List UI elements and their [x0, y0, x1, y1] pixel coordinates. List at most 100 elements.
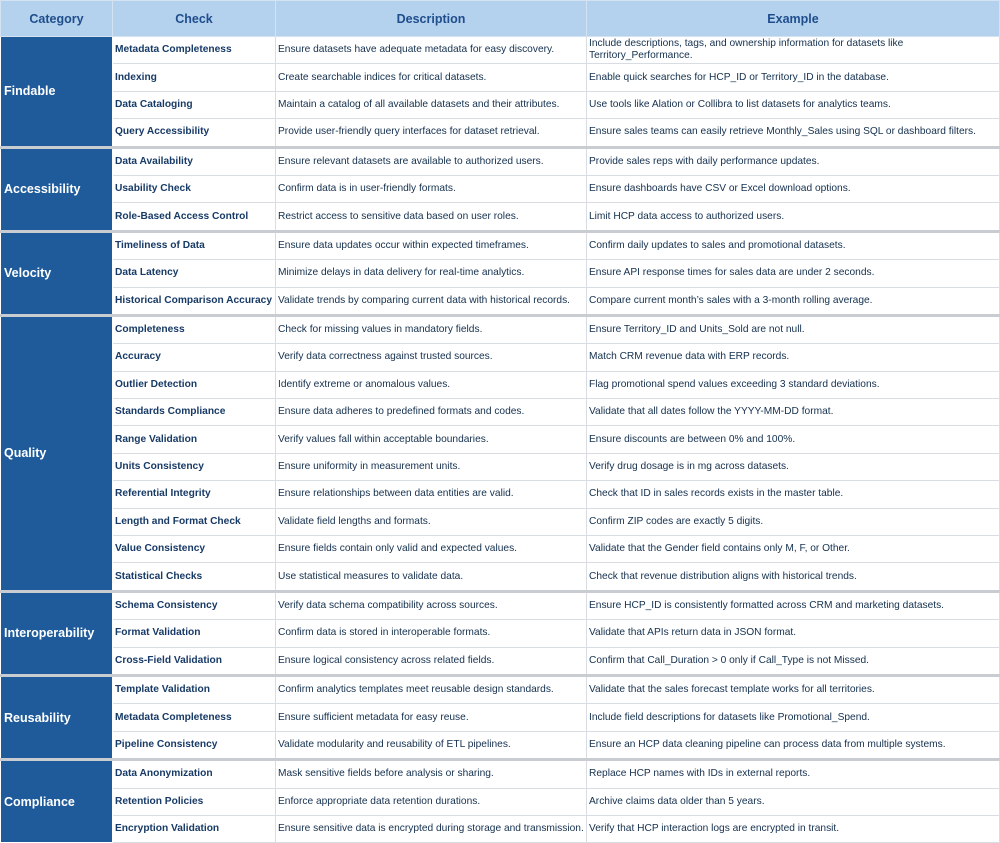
example-cell: Enable quick searches for HCP_ID or Terr…	[586, 63, 1000, 92]
check-cell: Completeness	[112, 313, 276, 345]
table-row: Retention Policies Enforce appropriate da…	[1, 787, 1000, 816]
check-cell: Schema Consistency	[112, 589, 276, 621]
description-cell: Verify values fall within acceptable bou…	[275, 425, 587, 454]
table-row: Units Consistency Ensure uniformity in me…	[1, 452, 1000, 482]
check-cell: Encryption Validation	[112, 814, 276, 843]
header-example: Example	[586, 0, 1000, 37]
check-cell: Role-Based Access Control	[112, 202, 276, 232]
table-row: Encryption Validation Ensure sensitive da…	[1, 814, 1000, 843]
table-row: Value Consistency Ensure fields contain o…	[1, 535, 1000, 564]
example-cell: Check that ID in sales records exists in…	[586, 480, 1000, 509]
example-cell: Confirm daily updates to sales and promo…	[586, 229, 1000, 261]
table-row: Role-Based Access Control Restrict access…	[1, 202, 1000, 232]
description-cell: Verify data schema compatibility across …	[275, 589, 587, 621]
table-row: Compliance Data Anonymization Mask sensiti…	[0, 758, 1000, 843]
table-row: Findable Metadata Completeness Ensure data…	[0, 35, 1000, 148]
data-quality-checks-table: Category Check Description Example Finda…	[0, 0, 1000, 843]
table-row: Standards Compliance Ensure data adheres …	[1, 398, 1000, 427]
description-cell: Create searchable indices for critical d…	[275, 63, 587, 92]
table-row: Query Accessibility Provide user-friendly…	[1, 118, 1000, 148]
check-cell: Template Validation	[112, 673, 276, 705]
check-cell: Length and Format Check	[112, 507, 276, 537]
check-cell: Query Accessibility	[112, 118, 276, 148]
example-cell: Ensure Territory_ID and Units_Sold are n…	[586, 313, 1000, 345]
example-cell: Validate that the sales forecast templat…	[586, 673, 1000, 705]
example-cell: Use tools like Alation or Collibra to li…	[586, 90, 1000, 120]
description-cell: Confirm analytics templates meet reusabl…	[275, 673, 587, 705]
description-cell: Ensure data updates occur within expecte…	[275, 229, 587, 261]
description-cell: Verify data correctness against trusted …	[275, 343, 587, 372]
header-description: Description	[275, 0, 587, 37]
example-cell: Verify that HCP interaction logs are enc…	[586, 814, 1000, 843]
check-cell: Standards Compliance	[112, 398, 276, 427]
table-row: Usability Check Confirm data is in user-f…	[1, 174, 1000, 204]
example-cell: Confirm that Call_Duration > 0 only if C…	[586, 646, 1000, 676]
header-row: Category Check Description Example	[0, 0, 1000, 37]
table-row: Accessibility Data Availability Ensure rel…	[0, 145, 1000, 232]
header-category: Category	[0, 0, 113, 37]
example-cell: Ensure API response times for sales data…	[586, 259, 1000, 288]
category-cell: Findable	[0, 36, 113, 148]
table-row: Cross-Field Validation Ensure logical con…	[1, 646, 1000, 676]
example-cell: Validate that the Gender field contains …	[586, 535, 1000, 564]
category-cell: Reusability	[0, 673, 113, 761]
example-cell: Ensure discounts are between 0% and 100%…	[586, 425, 1000, 454]
category-cell: Interoperability	[0, 589, 113, 676]
description-cell: Ensure relevant datasets are available t…	[275, 145, 587, 176]
table-row: Statistical Checks Use statistical measur…	[1, 562, 1000, 592]
example-cell: Flag promotional spend values exceeding …	[586, 370, 1000, 400]
table-row: Data Latency Minimize delays in data deli…	[1, 259, 1000, 288]
table-row: Reusability Template Validation Confirm an…	[0, 673, 1000, 761]
check-cell: Data Availability	[112, 145, 276, 176]
check-cell: Metadata Completeness	[112, 35, 276, 65]
check-cell: Data Cataloging	[112, 90, 276, 120]
check-cell: Value Consistency	[112, 535, 276, 564]
check-cell: Units Consistency	[112, 452, 276, 482]
description-cell: Mask sensitive fields before analysis or…	[275, 758, 587, 789]
check-cell: Format Validation	[112, 619, 276, 648]
example-cell: Validate that all dates follow the YYYY-…	[586, 398, 1000, 427]
table-row: Indexing Create searchable indices for cr…	[1, 63, 1000, 92]
description-cell: Restrict access to sensitive data based …	[275, 202, 587, 232]
description-cell: Validate field lengths and formats.	[275, 507, 587, 537]
category-cell: Compliance	[0, 758, 113, 843]
check-cell: Cross-Field Validation	[112, 646, 276, 676]
description-cell: Confirm data is stored in interoperable …	[275, 619, 587, 648]
description-cell: Enforce appropriate data retention durat…	[275, 787, 587, 816]
description-cell: Maintain a catalog of all available data…	[275, 90, 587, 120]
example-cell: Ensure HCP_ID is consistently formatted …	[586, 589, 1000, 621]
description-cell: Identify extreme or anomalous values.	[275, 370, 587, 400]
check-cell: Data Anonymization	[112, 758, 276, 789]
header-check: Check	[112, 0, 276, 37]
description-cell: Ensure sufficient metadata for easy reus…	[275, 703, 587, 732]
example-cell: Include descriptions, tags, and ownershi…	[586, 35, 1000, 65]
category-cell: Quality	[0, 313, 113, 592]
table-body: Findable Metadata Completeness Ensure data…	[0, 35, 1000, 843]
check-cell: Usability Check	[112, 174, 276, 204]
table-row: Quality Completeness Check for missing val…	[0, 313, 1000, 592]
check-cell: Timeliness of Data	[112, 229, 276, 261]
example-cell: Include field descriptions for datasets …	[586, 703, 1000, 732]
example-cell: Ensure an HCP data cleaning pipeline can…	[586, 730, 1000, 761]
table-row: Interoperability Schema Consistency Verify…	[0, 589, 1000, 676]
check-cell: Range Validation	[112, 425, 276, 454]
check-cell: Retention Policies	[112, 787, 276, 816]
description-cell: Ensure relationships between data entiti…	[275, 480, 587, 509]
table-row: Referential Integrity Ensure relationship…	[1, 480, 1000, 509]
category-cell: Accessibility	[0, 145, 113, 232]
check-cell: Data Latency	[112, 259, 276, 288]
example-cell: Ensure dashboards have CSV or Excel down…	[586, 174, 1000, 204]
description-cell: Provide user-friendly query interfaces f…	[275, 118, 587, 148]
description-cell: Validate trends by comparing current dat…	[275, 286, 587, 316]
table-row: Length and Format Check Validate field le…	[1, 507, 1000, 537]
check-cell: Outlier Detection	[112, 370, 276, 400]
table-row: Range Validation Verify values fall withi…	[1, 425, 1000, 454]
description-cell: Confirm data is in user-friendly formats…	[275, 174, 587, 204]
example-cell: Compare current month’s sales with a 3-m…	[586, 286, 1000, 316]
category-cell: Velocity	[0, 229, 113, 316]
table-row: Velocity Timeliness of Data Ensure data up…	[0, 229, 1000, 316]
table-row: Accuracy Verify data correctness against …	[1, 343, 1000, 372]
check-cell: Statistical Checks	[112, 562, 276, 592]
example-cell: Match CRM revenue data with ERP records.	[586, 343, 1000, 372]
check-cell: Metadata Completeness	[112, 703, 276, 732]
